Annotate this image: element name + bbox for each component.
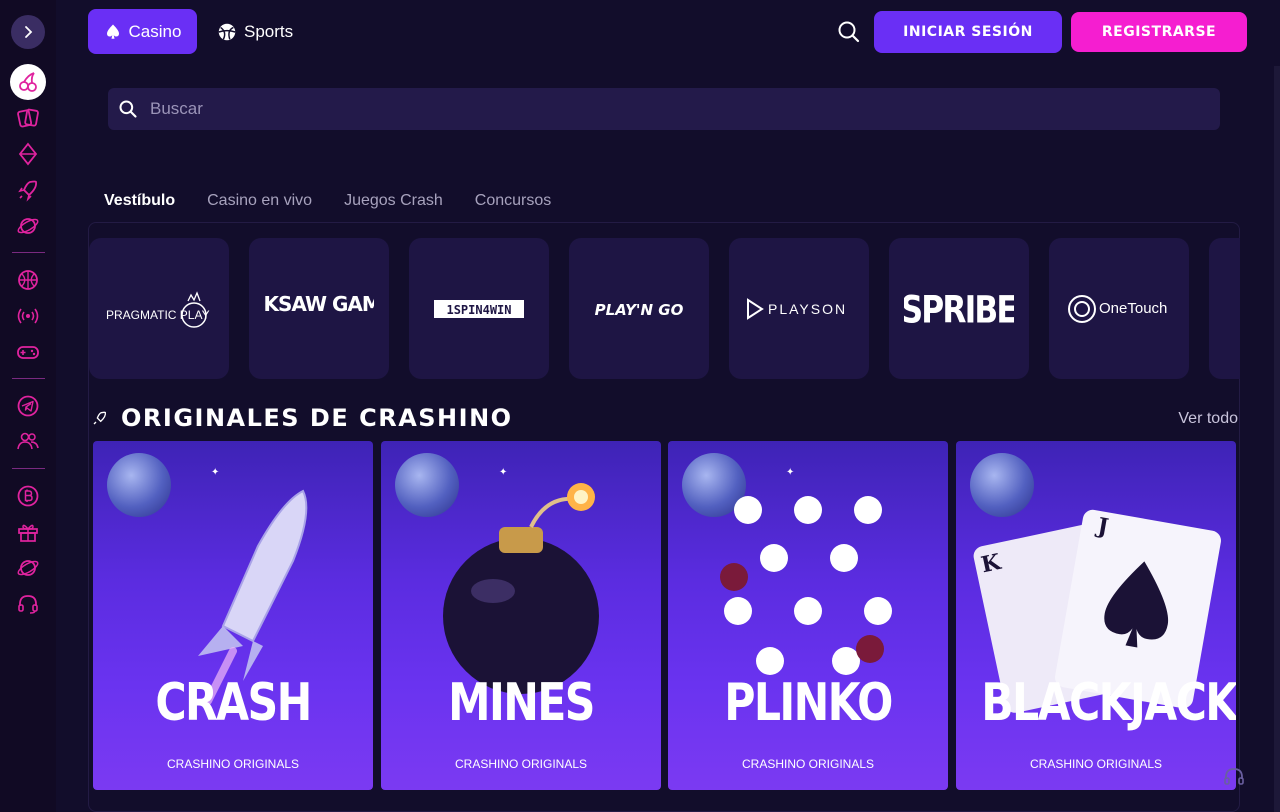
provider-playson[interactable]: PLAYSON xyxy=(729,238,869,379)
chevron-right-icon xyxy=(25,26,33,38)
svg-text:HACKSAW GAMING: HACKSAW GAMING xyxy=(264,292,374,316)
sidebar-divider xyxy=(12,378,45,379)
svg-text:✦: ✦ xyxy=(786,467,794,478)
svg-text:PLAY'N GO: PLAY'N GO xyxy=(595,301,684,319)
spribe-logo: SPRIBE xyxy=(904,288,1014,331)
onetouch-logo: OneTouch xyxy=(1068,294,1167,323)
svg-text:✦: ✦ xyxy=(499,467,507,478)
provider-next[interactable] xyxy=(1209,238,1240,379)
sidebar-expand-button[interactable] xyxy=(11,15,45,49)
provider-onetouch[interactable]: OneTouch xyxy=(1049,238,1189,379)
sidebar-divider xyxy=(12,252,45,253)
sidebar-item-live[interactable] xyxy=(12,300,44,332)
floating-support-button[interactable] xyxy=(1220,763,1248,791)
game-search-bar[interactable] xyxy=(108,88,1220,130)
sidebar-item-crash[interactable] xyxy=(12,174,44,206)
originals-section-header: ORIGINALES DE CRASHINO Ver todo xyxy=(92,402,1240,434)
users-icon xyxy=(17,432,39,450)
hacksaw-logo: HACKSAW GAMING xyxy=(264,292,374,316)
bitcoin-icon xyxy=(17,485,39,507)
provider-playngo[interactable]: PLAY'N GO xyxy=(569,238,709,379)
originals-carousel: ✦ CRASH CRASHINO ORIGINALS ✦ MINES CRASH… xyxy=(93,441,1240,791)
sidebar-item-cards[interactable] xyxy=(12,102,44,134)
subtab-lobby[interactable]: Vestíbulo xyxy=(104,192,175,210)
casino-subtabs: Vestíbulo Casino en vivo Juegos Crash Co… xyxy=(104,192,551,210)
game-subtitle: CRASHINO ORIGINALS xyxy=(1029,757,1163,771)
game-card-blackjack[interactable]: K J BLACKJACK CRASHINO ORIGINALS xyxy=(956,441,1236,790)
tab-sports-label: Sports xyxy=(244,21,294,41)
game-card-mines[interactable]: ✦ MINES CRASHINO ORIGINALS xyxy=(381,441,661,790)
sidebar xyxy=(0,0,56,812)
sports-ball-icon xyxy=(218,23,236,40)
register-button[interactable]: REGISTRARSE xyxy=(1071,12,1247,52)
game-title: MINES xyxy=(448,673,595,733)
sidebar-item-community[interactable] xyxy=(12,425,44,457)
cards-icon xyxy=(17,108,39,128)
basketball-icon xyxy=(18,270,38,290)
game-title: PLINKO xyxy=(724,673,893,733)
svg-text:SPRIBE: SPRIBE xyxy=(904,288,1014,331)
sidebar-item-sports[interactable] xyxy=(12,264,44,296)
sidebar-item-support[interactable] xyxy=(12,588,44,620)
subtab-live-casino[interactable]: Casino en vivo xyxy=(207,192,312,210)
gamepad-icon xyxy=(17,346,39,359)
headset-icon xyxy=(1224,768,1244,785)
game-title: BLACKJACK xyxy=(981,673,1236,733)
telegram-icon xyxy=(17,395,39,417)
game-title: CRASH xyxy=(155,673,312,733)
diamond-icon xyxy=(18,142,38,166)
cherries-icon xyxy=(19,72,37,92)
search-icon xyxy=(119,100,137,118)
search-button[interactable] xyxy=(836,19,862,45)
sidebar-item-crypto[interactable] xyxy=(12,480,44,512)
sidebar-divider xyxy=(12,468,45,469)
provider-hacksaw[interactable]: HACKSAW GAMING xyxy=(249,238,389,379)
sidebar-item-casino[interactable] xyxy=(10,64,46,100)
provider-spribe[interactable]: SPRIBE xyxy=(889,238,1029,379)
gift-icon xyxy=(18,524,38,542)
playson-logo: PLAYSON xyxy=(747,297,847,320)
search-input[interactable] xyxy=(150,99,1150,119)
provider-pragmatic-play[interactable]: PRAGMATIC PLAY xyxy=(89,238,229,379)
headset-icon xyxy=(18,595,38,614)
game-card-crash[interactable]: ✦ CRASH CRASHINO ORIGINALS xyxy=(93,441,373,790)
provider-1spin4win[interactable]: 1SPIN4WIN xyxy=(409,238,549,379)
1spin4win-logo: 1SPIN4WIN xyxy=(434,299,524,318)
search-icon xyxy=(838,21,860,43)
provider-carousel: PRAGMATIC PLAY HACKSAW GAMING 1SPIN4WIN … xyxy=(88,238,1240,380)
sidebar-item-telegram[interactable] xyxy=(12,390,44,422)
planet-icon xyxy=(17,218,39,234)
playngo-logo: PLAY'N GO xyxy=(595,301,684,319)
svg-text:PLAYSON: PLAYSON xyxy=(768,301,847,317)
svg-text:1SPIN4WIN: 1SPIN4WIN xyxy=(446,303,511,317)
svg-text:✦: ✦ xyxy=(211,467,219,478)
rocket-icon xyxy=(93,411,107,425)
tab-casino[interactable]: Casino xyxy=(88,9,197,54)
game-subtitle: CRASHINO ORIGINALS xyxy=(454,757,588,771)
subtab-crash-games[interactable]: Juegos Crash xyxy=(344,192,443,210)
section-title: ORIGINALES DE CRASHINO xyxy=(121,404,513,432)
sidebar-item-promotions[interactable] xyxy=(12,516,44,548)
sidebar-item-esports[interactable] xyxy=(12,336,44,368)
tab-sports[interactable]: Sports xyxy=(216,9,293,54)
see-all-link[interactable]: Ver todo xyxy=(1178,410,1238,428)
sidebar-item-diamond[interactable] xyxy=(12,138,44,170)
live-broadcast-icon xyxy=(17,308,39,324)
login-button[interactable]: INICIAR SESIÓN xyxy=(874,11,1062,53)
sidebar-item-originals[interactable] xyxy=(12,210,44,242)
page-scrollbar[interactable] xyxy=(1274,66,1280,812)
subtab-contests[interactable]: Concursos xyxy=(475,192,551,210)
game-subtitle: CRASHINO ORIGINALS xyxy=(741,757,875,771)
rocket-icon xyxy=(18,180,38,202)
pragmatic-play-logo: PRAGMATIC PLAY xyxy=(106,290,210,328)
game-card-plinko[interactable]: ✦ PLINKO CRASHINO ORIGINALS xyxy=(668,441,948,790)
game-subtitle: CRASHINO ORIGINALS xyxy=(166,757,300,771)
svg-text:PRAGMATIC PLAY: PRAGMATIC PLAY xyxy=(106,308,210,322)
sidebar-item-vip[interactable] xyxy=(12,552,44,584)
tab-casino-label: Casino xyxy=(128,21,182,41)
svg-text:OneTouch: OneTouch xyxy=(1099,300,1167,317)
spade-icon xyxy=(106,24,119,39)
planet-icon xyxy=(17,560,39,576)
